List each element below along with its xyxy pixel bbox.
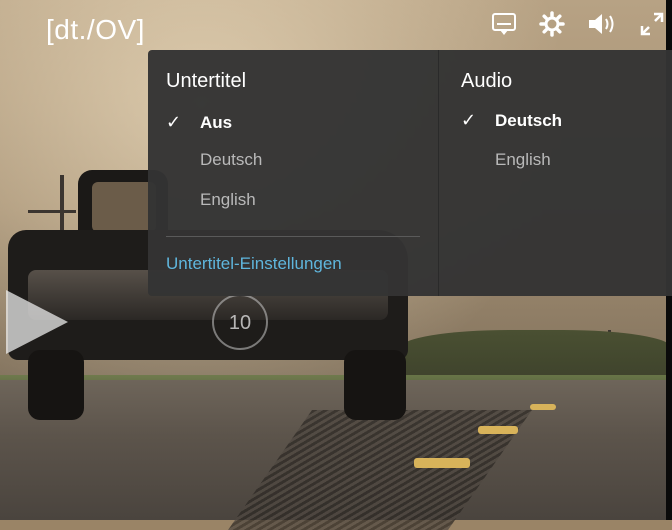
divider — [166, 236, 420, 237]
truck-window — [92, 182, 156, 232]
option-label: Aus — [200, 113, 233, 132]
title-tag: [dt./OV] — [46, 14, 145, 45]
audio-column: Audio ✓ Deutsch English — [439, 50, 672, 296]
truck-wheel — [28, 350, 84, 420]
play-button[interactable] — [6, 290, 68, 354]
option-label: English — [495, 150, 551, 169]
subtitle-option-deutsch[interactable]: Deutsch — [166, 146, 262, 174]
skip-forward-button[interactable]: 10 — [212, 294, 268, 350]
subtitles-icon[interactable] — [490, 10, 518, 38]
option-label: English — [200, 190, 256, 209]
audio-heading: Audio — [461, 70, 513, 92]
skip-forward-seconds: 10 — [228, 312, 252, 334]
audio-option-deutsch[interactable]: ✓ Deutsch — [461, 106, 562, 134]
subtitles-heading: Untertitel — [166, 70, 247, 92]
truck-wheel — [344, 350, 406, 420]
subtitle-option-english[interactable]: English — [166, 186, 256, 214]
volume-icon[interactable] — [586, 10, 614, 38]
road-marking — [414, 458, 470, 468]
audio-option-english[interactable]: English — [461, 146, 551, 174]
checkmark-icon: ✓ — [166, 112, 182, 132]
subtitle-option-off[interactable]: ✓ Aus — [166, 108, 232, 136]
road-marking — [478, 426, 518, 434]
subtitles-column: Untertitel ✓ Aus Deutsch English Untertit… — [148, 50, 439, 296]
option-label: Deutsch — [495, 111, 563, 130]
road-marking — [530, 404, 556, 410]
subtitle-settings-link[interactable]: Untertitel-Einstellungen — [166, 254, 342, 274]
checkmark-icon: ✓ — [461, 110, 477, 130]
option-label: Deutsch — [200, 150, 263, 169]
gear-icon[interactable] — [538, 10, 566, 38]
subtitle-audio-menu: Untertitel ✓ Aus Deutsch English Untertit… — [148, 50, 672, 296]
fullscreen-icon[interactable] — [638, 10, 666, 38]
